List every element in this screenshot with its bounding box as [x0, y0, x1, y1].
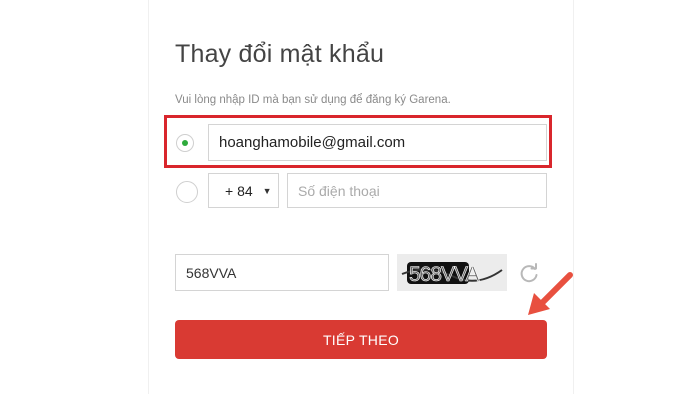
- phone-input[interactable]: Số điện thoại: [287, 173, 547, 208]
- next-button[interactable]: TIẾP THEO: [175, 320, 547, 359]
- caret-down-icon: ▼: [262, 185, 272, 196]
- phone-placeholder: Số điện thoại: [298, 182, 380, 199]
- captcha-input[interactable]: 568VVA: [175, 254, 389, 291]
- phone-radio[interactable]: [176, 181, 198, 203]
- panel-border-right: [573, 0, 574, 394]
- page-title: Thay đổi mật khẩu: [175, 40, 385, 68]
- country-code-value: + 84: [225, 182, 253, 199]
- captcha-value: 568VVA: [186, 264, 237, 281]
- email-value: hoanghamobile@gmail.com: [219, 134, 406, 151]
- radio-selected-dot: [182, 140, 188, 146]
- country-code-select[interactable]: + 84 ▼: [208, 173, 279, 208]
- email-radio[interactable]: [176, 134, 194, 152]
- email-field[interactable]: hoanghamobile@gmail.com: [208, 124, 547, 161]
- captcha-image: 568VVA: [397, 254, 507, 291]
- panel-border-left: [148, 0, 149, 394]
- captcha-image-text: 568VVA: [409, 263, 479, 286]
- arrow-annotation-icon: [520, 265, 580, 320]
- instruction-text: Vui lòng nhập ID mà bạn sử dụng để đăng …: [175, 94, 451, 106]
